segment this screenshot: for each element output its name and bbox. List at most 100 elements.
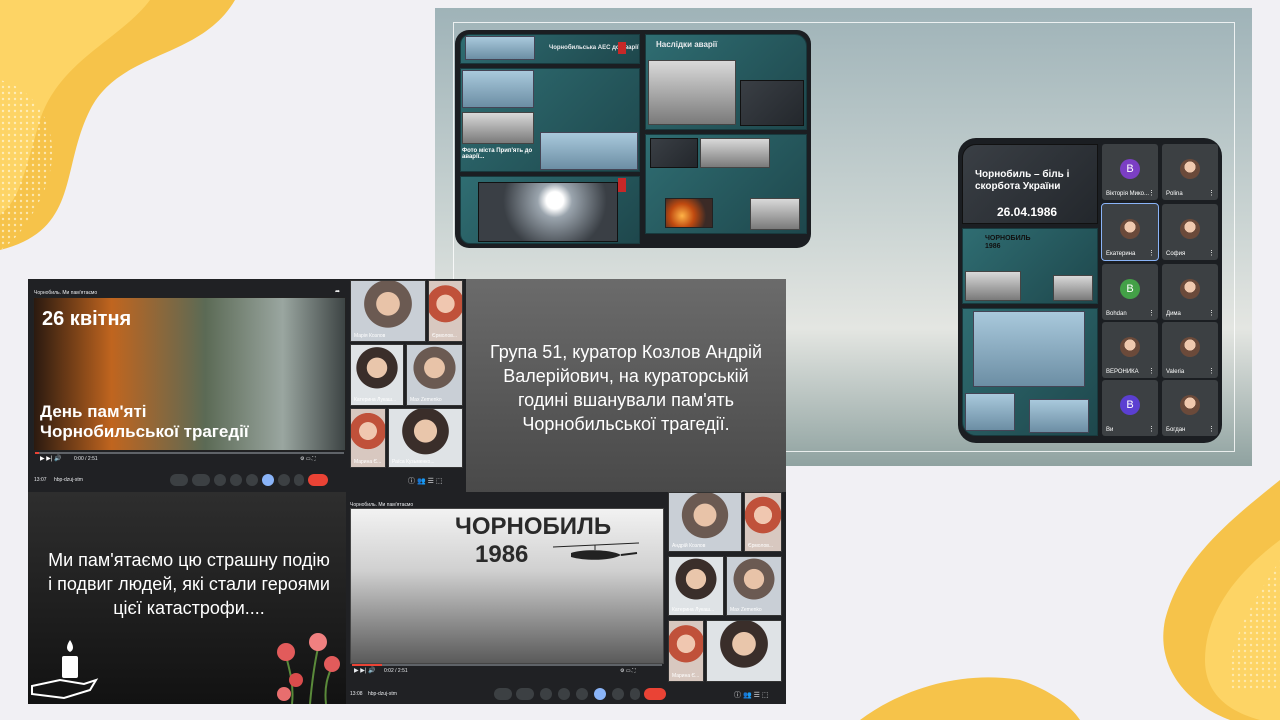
left-progress-bar[interactable] bbox=[35, 452, 344, 454]
participant-name: Valeria bbox=[1166, 369, 1185, 375]
bottom-mic-button[interactable] bbox=[494, 688, 512, 700]
bottom-captions-button[interactable] bbox=[540, 688, 552, 700]
left-captions-button[interactable] bbox=[214, 474, 226, 486]
side-slide-3-photo-1 bbox=[973, 311, 1085, 387]
side-slide-2: ЧОРНОБИЛЬ 1986 bbox=[962, 228, 1098, 304]
avatar: B bbox=[1120, 279, 1140, 300]
avatar-photo bbox=[1180, 395, 1200, 416]
more-options-icon[interactable]: ⋮ bbox=[1148, 425, 1155, 433]
bottom-slide-line-1: ЧОРНОБИЛЬ bbox=[455, 513, 612, 540]
participant-tile[interactable]: ВЕРОНИКА ⋮ bbox=[1102, 322, 1158, 378]
participant-tile[interactable]: Valeria ⋮ bbox=[1162, 322, 1218, 378]
side-slide-1: Чорнобиль – біль і скорбота України 26.0… bbox=[962, 144, 1098, 224]
participant-name: Екатерина bbox=[1106, 251, 1136, 257]
bottom-tile-4-name: Max Zemenko bbox=[730, 607, 762, 613]
caption-bottom: Ми пам'ятаємо цю страшну подію і подвиг … bbox=[48, 550, 330, 618]
participant-tile[interactable]: София ⋮ bbox=[1162, 204, 1218, 260]
bottom-video-settings[interactable]: ⚙ ▭ ⛶ bbox=[620, 668, 636, 674]
avatar: B bbox=[1120, 395, 1140, 416]
left-tile-2: Єрмолов... bbox=[428, 280, 463, 342]
left-camera-button[interactable] bbox=[192, 474, 210, 486]
collage-photo-4 bbox=[462, 70, 534, 108]
left-mic-button[interactable] bbox=[170, 474, 188, 486]
bottom-tile-6 bbox=[706, 620, 782, 682]
left-share-screen-button[interactable] bbox=[262, 474, 274, 486]
side-slide-3 bbox=[962, 308, 1098, 436]
bottom-tile-1: Андрій Козлов bbox=[668, 492, 742, 552]
left-tile-5: Марина Є... bbox=[350, 408, 386, 468]
bottom-progress-fill bbox=[352, 664, 382, 666]
left-raise-hand-button[interactable] bbox=[278, 474, 290, 486]
left-video-settings[interactable]: ⚙ ▭ ⛶ bbox=[300, 456, 316, 462]
collage-photo-3 bbox=[740, 80, 804, 126]
bottom-more-button[interactable] bbox=[630, 688, 640, 700]
left-emoji-button[interactable] bbox=[230, 474, 242, 486]
candle-icon bbox=[31, 640, 99, 700]
collage-red-marker-1 bbox=[618, 178, 626, 192]
left-meet-header: Чорнобиль. Ми пам'ятаємо bbox=[34, 290, 98, 296]
participant-tile[interactable]: В Вікторія Мико... ⋮ bbox=[1102, 144, 1158, 200]
participant-name: Polina bbox=[1166, 191, 1183, 197]
left-tile-3: Катерина Лукаш... bbox=[350, 344, 404, 406]
bottom-camera-button[interactable] bbox=[516, 688, 534, 700]
more-options-icon[interactable]: ⋮ bbox=[1208, 367, 1215, 375]
bottom-end-call-button[interactable] bbox=[644, 688, 666, 700]
participant-tile[interactable]: Polina ⋮ bbox=[1162, 144, 1218, 200]
bottom-emoji-button[interactable] bbox=[558, 688, 570, 700]
collage-photo-9 bbox=[665, 198, 713, 228]
collage-photo-1 bbox=[465, 36, 535, 60]
left-more-button[interactable] bbox=[294, 474, 304, 486]
left-meet-toolbar: 13:07 hbp-dzuj-stm ⓘ 👥 ☰ ⬚ bbox=[28, 470, 466, 490]
bottom-tile-5-name: Марина Є... bbox=[672, 673, 700, 679]
participant-name: Bohdan bbox=[1106, 311, 1127, 317]
more-options-icon[interactable]: ⋮ bbox=[1208, 309, 1215, 317]
collage-photo-8 bbox=[700, 138, 770, 168]
bottom-right-controls[interactable]: ⓘ 👥 ☰ ⬚ bbox=[734, 690, 768, 700]
participant-tile[interactable]: Дима ⋮ bbox=[1162, 264, 1218, 320]
more-options-icon[interactable]: ⋮ bbox=[1148, 189, 1155, 197]
left-slide-line-1: 26 квітня bbox=[42, 308, 132, 330]
bottom-time-code: 0:02 / 2:51 bbox=[384, 668, 408, 674]
avatar-photo bbox=[1120, 337, 1140, 358]
left-progress-fill bbox=[35, 452, 39, 454]
bottom-share-screen-button[interactable] bbox=[594, 688, 606, 700]
bottom-tile-3-name: Катерина Лукаш... bbox=[672, 607, 715, 613]
bottom-meeting-code: hbp-dzuj-stm bbox=[368, 691, 397, 697]
left-tile-6: Раїса Кузьменко... bbox=[388, 408, 463, 468]
avatar: В bbox=[1120, 159, 1140, 180]
avatar-photo bbox=[1180, 219, 1200, 240]
more-options-icon[interactable]: ⋮ bbox=[1148, 249, 1155, 257]
participant-name: Дима bbox=[1166, 311, 1181, 317]
participant-tile[interactable]: B Ви ⋮ bbox=[1102, 380, 1158, 436]
bottom-play-icon[interactable]: ▶ ▶| 🔊 bbox=[354, 667, 376, 674]
bottom-raise-hand-button[interactable] bbox=[612, 688, 624, 700]
collage-photo-7 bbox=[650, 138, 698, 168]
left-end-call-button[interactable] bbox=[308, 474, 328, 486]
bottom-tile-3: Катерина Лукаш... bbox=[668, 556, 724, 616]
left-tile-1-name: Марія Козлов bbox=[354, 333, 386, 339]
more-options-icon[interactable]: ⋮ bbox=[1148, 309, 1155, 317]
left-play-icon[interactable]: ▶ ▶| 🔊 bbox=[40, 455, 62, 462]
left-right-controls[interactable]: ⓘ 👥 ☰ ⬚ bbox=[408, 476, 442, 486]
more-options-icon[interactable]: ⋮ bbox=[1148, 367, 1155, 375]
left-share-icon[interactable]: ➦ bbox=[335, 288, 343, 295]
caption-top: Група 51, куратор Козлов Андрій Валерійо… bbox=[489, 342, 763, 434]
left-tile-5-name: Марина Є... bbox=[354, 459, 382, 465]
bottom-progress-bar[interactable] bbox=[352, 664, 662, 666]
participant-tile[interactable]: B Bohdan ⋮ bbox=[1102, 264, 1158, 320]
participant-tile[interactable]: Богдан ⋮ bbox=[1162, 380, 1218, 436]
left-present-button[interactable] bbox=[246, 474, 258, 486]
more-options-icon[interactable]: ⋮ bbox=[1208, 189, 1215, 197]
bottom-present-button[interactable] bbox=[576, 688, 588, 700]
participant-tile[interactable]: Екатерина ⋮ bbox=[1101, 203, 1159, 261]
avatar-photo bbox=[1120, 219, 1140, 240]
side-slide-1-title: Чорнобиль – біль і скорбота України bbox=[975, 169, 1070, 192]
bottom-video-frame: ЧОРНОБИЛЬ 1986 bbox=[350, 508, 664, 664]
left-tile-4: Max Zemenko bbox=[406, 344, 463, 406]
side-slide-3-photo-2 bbox=[965, 393, 1015, 431]
left-video-frame: 26 квітня День пам'яті Чорнобильської тр… bbox=[33, 297, 346, 451]
more-options-icon[interactable]: ⋮ bbox=[1208, 425, 1215, 433]
more-options-icon[interactable]: ⋮ bbox=[1208, 249, 1215, 257]
collage-photo-10 bbox=[750, 198, 800, 230]
left-slide-line-2: День пам'яті bbox=[40, 402, 147, 421]
